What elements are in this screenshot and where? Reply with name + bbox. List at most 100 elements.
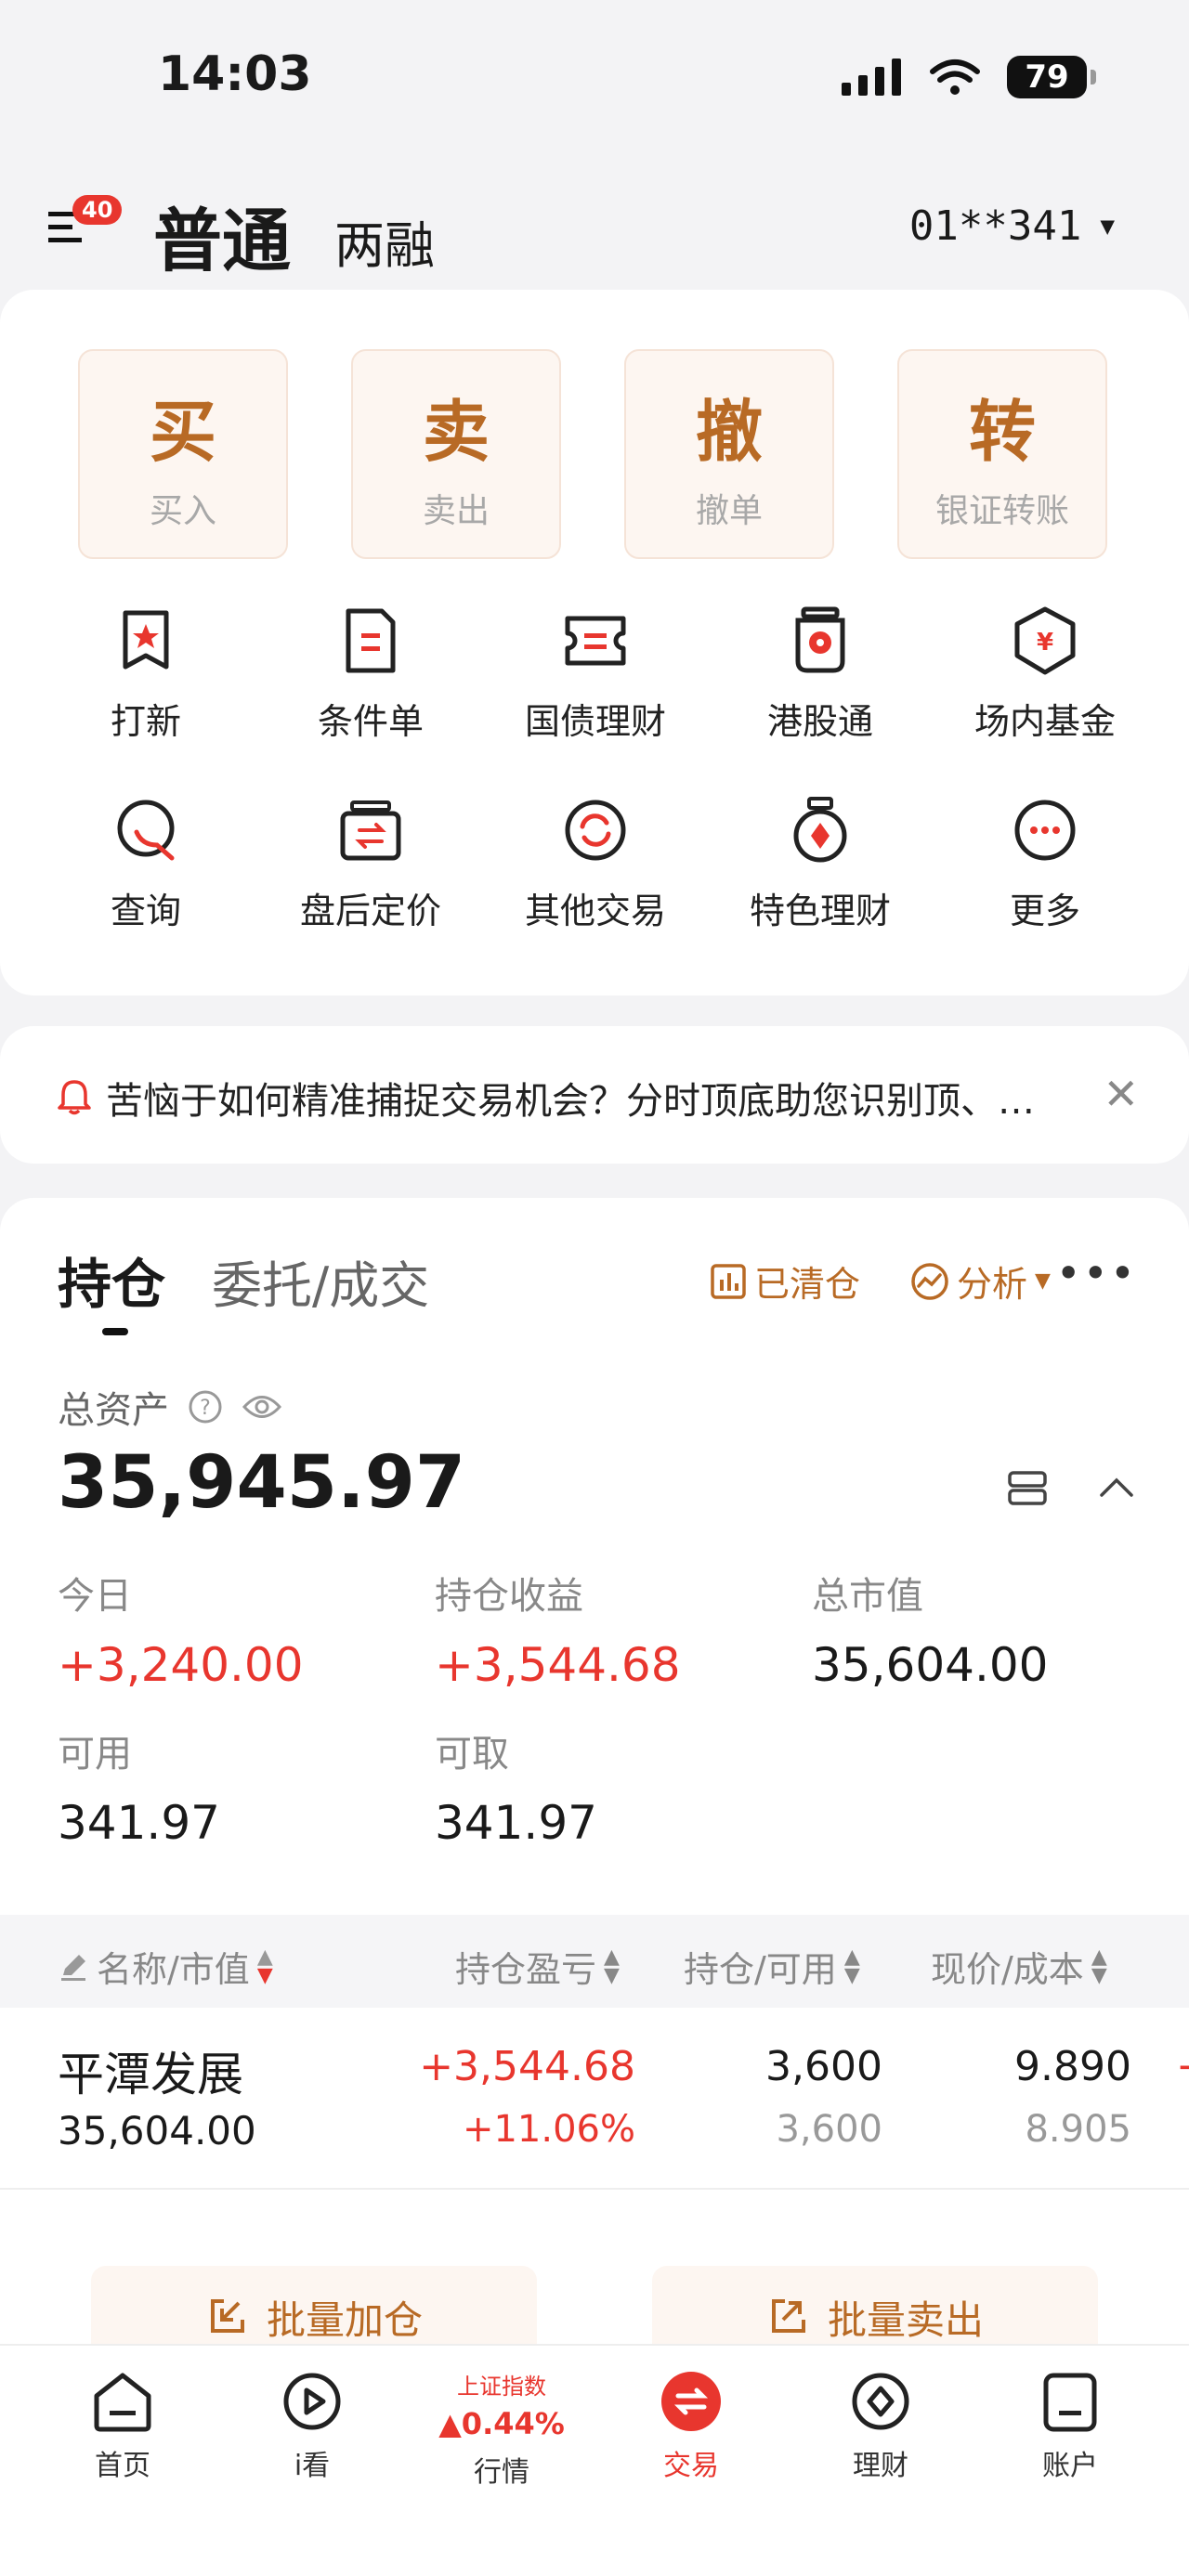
trade-actions-card: 买 买入 卖 卖出 撤 撤单 转 银证转账 打新 条件单 国债理财 港股通 ¥ … bbox=[0, 290, 1189, 995]
more-options-icon[interactable]: ••• bbox=[1056, 1248, 1137, 1298]
nav-market[interactable]: 上证指数 ▲0.44% 行情 bbox=[407, 2346, 596, 2576]
sell-button[interactable]: 卖 卖出 bbox=[351, 349, 561, 559]
sell-label: 卖出 bbox=[422, 491, 490, 530]
stat-withdrawable: 可取 341.97 bbox=[435, 1724, 597, 1850]
stat-label: 总市值 bbox=[812, 1575, 923, 1618]
nav-label: i看 bbox=[294, 2450, 331, 2482]
after-hours-icon bbox=[340, 800, 401, 861]
stat-value: +3,544.68 bbox=[435, 1638, 681, 1692]
notification-badge: 40 bbox=[72, 195, 123, 225]
analysis-icon bbox=[911, 1262, 948, 1300]
cancel-order-button[interactable]: 撤 撤单 bbox=[624, 349, 834, 559]
transfer-label: 银证转账 bbox=[934, 491, 1069, 530]
stock-name: 平潭发展 bbox=[58, 2048, 243, 2101]
grid-item-fund[interactable]: ¥ 场内基金 bbox=[933, 605, 1157, 795]
menu-button[interactable]: 40 bbox=[48, 195, 123, 260]
home-icon bbox=[94, 2373, 151, 2432]
help-icon[interactable]: ? bbox=[188, 1389, 223, 1425]
grid-item-ipo[interactable]: 打新 bbox=[33, 605, 258, 795]
nav-label: 账户 bbox=[1042, 2450, 1098, 2482]
bell-icon bbox=[58, 1080, 91, 1115]
nav-watch[interactable]: i看 bbox=[217, 2346, 407, 2576]
layout-toggle-icon[interactable] bbox=[1007, 1467, 1048, 1508]
notice-banner[interactable]: 苦恼于如何精准捕捉交易机会？分时顶底助您识别顶、… ✕ bbox=[0, 1026, 1189, 1164]
grid-label: 港股通 bbox=[766, 701, 873, 742]
column-label: 名称/市值 bbox=[97, 1949, 250, 1990]
nav-label: 交易 bbox=[663, 2450, 719, 2482]
nav-label: 行情 bbox=[474, 2456, 529, 2489]
grid-label: 更多 bbox=[1009, 891, 1080, 931]
stock-available: 3,600 bbox=[776, 2108, 882, 2151]
grid-item-query[interactable]: 查询 bbox=[33, 795, 258, 984]
column-label: 持仓盈亏 bbox=[455, 1949, 597, 1990]
function-grid: 打新 条件单 国债理财 港股通 ¥ 场内基金 查询 盘后定价 其他交易 特色理财… bbox=[0, 605, 1189, 984]
stat-available: 可用 341.97 bbox=[58, 1724, 220, 1850]
total-assets-value: 35,945.97 bbox=[58, 1441, 466, 1525]
grid-label: 查询 bbox=[110, 891, 181, 931]
stat-value: 341.97 bbox=[435, 1796, 597, 1850]
stat-position-pnl: 持仓收益 +3,544.68 bbox=[435, 1566, 681, 1692]
sort-icon: ▲ ▼ bbox=[604, 1945, 620, 1987]
tab-orders[interactable]: 委托/成交 bbox=[212, 1244, 429, 1318]
overflow-indicator: + bbox=[1176, 2043, 1189, 2090]
column-label: 持仓/可用 bbox=[684, 1949, 837, 1990]
grid-item-conditional-order[interactable]: 条件单 bbox=[258, 605, 483, 795]
edit-icon bbox=[61, 1954, 85, 1981]
grid-item-featured-wealth[interactable]: 特色理财 bbox=[708, 795, 933, 984]
nav-wealth[interactable]: 理财 bbox=[786, 2346, 975, 2576]
account-type-tab[interactable]: 普通 bbox=[153, 186, 291, 285]
index-change: ▲0.44% bbox=[438, 2406, 565, 2441]
grid-item-other-trade[interactable]: 其他交易 bbox=[483, 795, 708, 984]
grid-item-more[interactable]: 更多 bbox=[933, 795, 1157, 984]
grid-item-bond[interactable]: 国债理财 bbox=[483, 605, 708, 795]
cancel-glyph: 撤 bbox=[695, 392, 763, 471]
trade-icon bbox=[661, 2372, 721, 2431]
nav-home[interactable]: 首页 bbox=[28, 2346, 217, 2576]
bond-icon bbox=[565, 616, 626, 666]
sort-icon: ▲ ▼ bbox=[256, 1945, 273, 1987]
notice-text: 苦恼于如何精准捕捉交易机会？分时顶底助您识别顶、… bbox=[106, 1080, 1035, 1123]
stock-cost: 8.905 bbox=[1025, 2108, 1131, 2151]
grid-label: 场内基金 bbox=[973, 701, 1116, 742]
chevron-up-icon[interactable] bbox=[1096, 1467, 1137, 1508]
grid-label: 条件单 bbox=[317, 701, 424, 742]
wifi-icon bbox=[930, 59, 980, 95]
column-price[interactable]: 现价/成本 ▲ ▼ bbox=[931, 1941, 1107, 1992]
analysis-label: 分析 bbox=[957, 1264, 1028, 1305]
margin-account-tab[interactable]: 两融 bbox=[334, 204, 435, 278]
status-bar: 14:03 79 bbox=[0, 0, 1189, 158]
column-name[interactable]: 名称/市值 ▲ ▼ bbox=[58, 1941, 273, 1992]
play-icon bbox=[283, 2373, 341, 2430]
tab-positions[interactable]: 持仓 bbox=[58, 1241, 165, 1319]
stat-market-value: 总市值 35,604.00 bbox=[812, 1566, 1048, 1692]
account-selector[interactable]: 01**341 ▼ bbox=[909, 202, 1115, 250]
transfer-button[interactable]: 转 银证转账 bbox=[897, 349, 1107, 559]
buy-button[interactable]: 买 买入 bbox=[78, 349, 288, 559]
sort-icon: ▲ ▼ bbox=[1091, 1945, 1107, 1987]
table-row[interactable]: 平潭发展 35,604.00 +3,544.68 +11.06% 3,600 3… bbox=[0, 2032, 1189, 2190]
grid-item-hk-connect[interactable]: 港股通 bbox=[708, 605, 933, 795]
nav-label: 理财 bbox=[853, 2450, 908, 2482]
total-assets-header: 总资产 ? bbox=[58, 1380, 282, 1434]
wealth-icon bbox=[852, 2373, 909, 2430]
grid-label: 打新 bbox=[110, 701, 181, 742]
nav-account[interactable]: 账户 bbox=[975, 2346, 1165, 2576]
svg-text:?: ? bbox=[200, 1397, 211, 1420]
analysis-button[interactable]: 分析 ▼ bbox=[910, 1255, 1051, 1307]
chart-bar-icon bbox=[711, 1263, 746, 1299]
ipo-icon bbox=[123, 610, 169, 670]
cleared-label: 已清仓 bbox=[754, 1264, 861, 1305]
close-icon[interactable]: ✕ bbox=[1103, 1069, 1139, 1119]
nav-trade[interactable]: 交易 bbox=[596, 2346, 786, 2576]
total-assets-label: 总资产 bbox=[58, 1389, 169, 1432]
stat-label: 持仓收益 bbox=[435, 1575, 583, 1618]
cleared-positions-button[interactable]: 已清仓 bbox=[710, 1255, 860, 1307]
fund-icon: ¥ bbox=[1014, 606, 1076, 675]
column-pnl[interactable]: 持仓盈亏 ▲ ▼ bbox=[455, 1941, 620, 1992]
column-position[interactable]: 持仓/可用 ▲ ▼ bbox=[684, 1941, 860, 1992]
grid-item-after-hours[interactable]: 盘后定价 bbox=[258, 795, 483, 984]
grid-label: 盘后定价 bbox=[299, 891, 441, 931]
eye-icon[interactable] bbox=[242, 1391, 282, 1423]
nav-label: 首页 bbox=[95, 2450, 150, 2482]
column-label: 现价/成本 bbox=[931, 1949, 1084, 1990]
